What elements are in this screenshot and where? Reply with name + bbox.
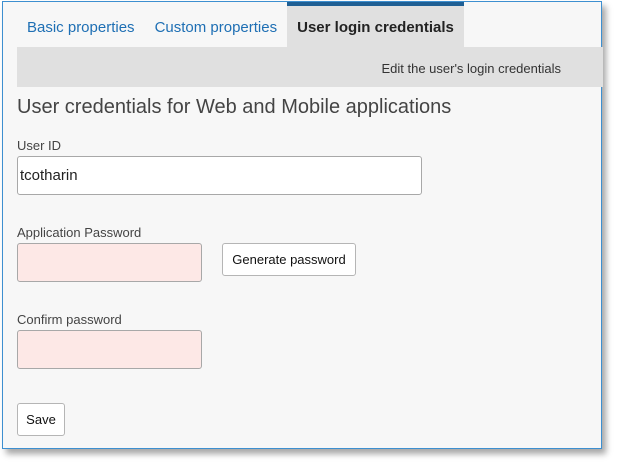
application-password-input[interactable] — [17, 243, 202, 282]
tab-user-login-credentials[interactable]: User login credentials — [287, 2, 464, 47]
subheader-text: Edit the user's login credentials — [381, 61, 561, 76]
save-button[interactable]: Save — [17, 403, 65, 436]
confirm-password-label: Confirm password — [17, 312, 122, 327]
user-id-input[interactable] — [17, 156, 422, 195]
user-id-label: User ID — [17, 138, 62, 153]
application-password-label: Application Password — [17, 225, 142, 240]
tab-basic-properties[interactable]: Basic properties — [17, 2, 145, 47]
section-title: User credentials for Web and Mobile appl… — [17, 96, 452, 118]
generate-password-button[interactable]: Generate password — [222, 243, 356, 276]
tab-subheader: Edit the user's login credentials — [17, 47, 603, 87]
credentials-panel: Basic properties Custom properties User … — [2, 1, 603, 449]
tab-bar: Basic properties Custom properties User … — [17, 2, 464, 47]
tab-custom-properties[interactable]: Custom properties — [145, 2, 288, 47]
confirm-password-input[interactable] — [17, 330, 202, 369]
